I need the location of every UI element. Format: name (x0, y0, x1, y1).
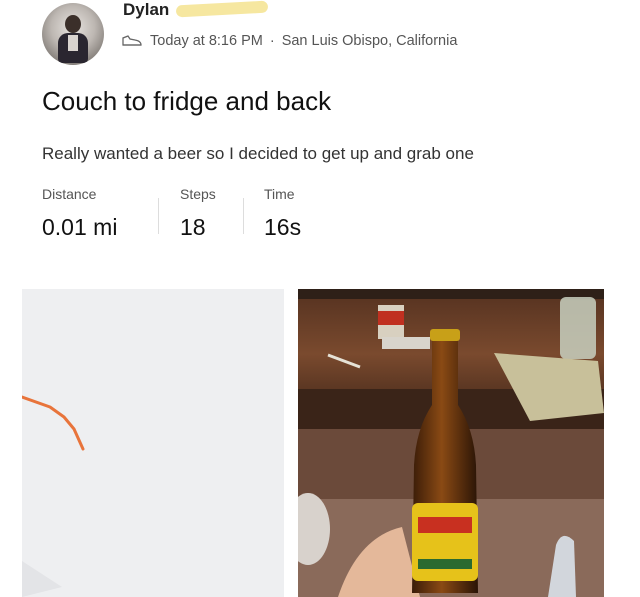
route-map[interactable] (22, 289, 284, 597)
shoe-icon (122, 35, 142, 46)
stat-steps: Steps 18 (180, 186, 216, 241)
activity-photo[interactable] (298, 289, 604, 597)
stat-label: Distance (42, 186, 97, 202)
post-meta: Today at 8:16 PM · San Luis Obispo, Cali… (121, 33, 457, 49)
stat-distance: Distance 0.01 mi (42, 186, 117, 241)
map-terrain (22, 561, 62, 597)
username[interactable]: Dylan (123, 0, 169, 20)
redaction-mark (175, 0, 269, 18)
beer-photo-illustration (298, 289, 604, 597)
stat-divider (158, 198, 159, 234)
stat-time: Time 16s (264, 186, 301, 241)
stat-value: 16s (264, 214, 302, 240)
meta-separator: · (269, 33, 275, 49)
stat-value: 18 (180, 214, 206, 240)
avatar[interactable] (42, 3, 104, 65)
stat-divider (243, 198, 244, 234)
activity-title: Couch to fridge and back (42, 86, 332, 116)
route-line (22, 395, 85, 451)
activity-description: Really wanted a beer so I decided to get… (42, 144, 474, 163)
post-time: Today at 8:16 PM (150, 33, 263, 49)
route-map-canvas (22, 395, 85, 597)
stat-value: 0.01 mi (42, 214, 118, 240)
stat-label: Time (264, 186, 295, 202)
post-location: San Luis Obispo, California (281, 33, 458, 49)
stat-label: Steps (180, 186, 216, 202)
